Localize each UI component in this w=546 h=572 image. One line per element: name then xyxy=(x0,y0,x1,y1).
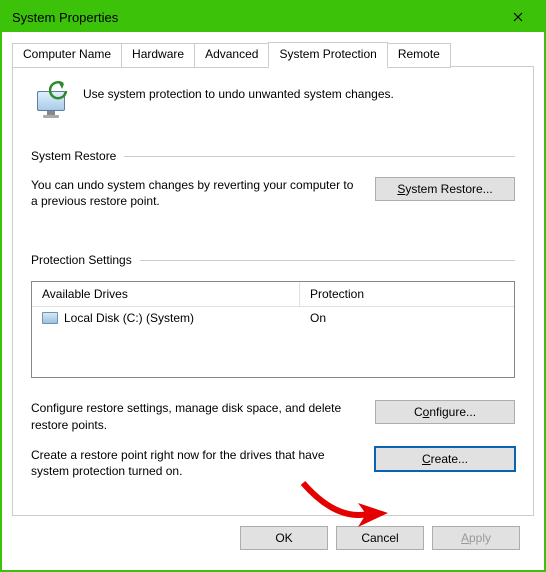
drive-protection-status: On xyxy=(300,307,514,329)
system-properties-window: System Properties Computer Name Hardware… xyxy=(0,0,546,572)
tab-computer-name[interactable]: Computer Name xyxy=(12,43,122,68)
section-protection-settings: Protection Settings xyxy=(31,253,515,267)
tab-advanced[interactable]: Advanced xyxy=(194,43,269,68)
intro-row: Use system protection to undo unwanted s… xyxy=(31,81,515,121)
column-available-drives[interactable]: Available Drives xyxy=(32,282,300,307)
tab-panel-system-protection: Use system protection to undo unwanted s… xyxy=(12,66,534,516)
tab-strip: Computer Name Hardware Advanced System P… xyxy=(12,42,534,67)
titlebar: System Properties xyxy=(2,2,544,32)
tab-system-protection[interactable]: System Protection xyxy=(268,42,387,67)
drive-name: Local Disk (C:) (System) xyxy=(64,311,194,325)
window-title: System Properties xyxy=(12,10,118,25)
section-heading: Protection Settings xyxy=(31,253,140,267)
create-row: Create a restore point right now for the… xyxy=(31,447,515,479)
content-area: Computer Name Hardware Advanced System P… xyxy=(2,32,544,570)
configure-button[interactable]: Configure... xyxy=(375,400,515,424)
table-header: Available Drives Protection xyxy=(32,282,514,307)
divider xyxy=(140,260,515,261)
cancel-button[interactable]: Cancel xyxy=(336,526,424,550)
dialog-footer: OK Cancel Apply xyxy=(12,516,534,562)
system-restore-button[interactable]: System Restore... xyxy=(375,177,515,201)
configure-desc: Configure restore settings, manage disk … xyxy=(31,400,361,432)
create-desc: Create a restore point right now for the… xyxy=(31,447,361,479)
table-row[interactable]: Local Disk (C:) (System) On xyxy=(32,307,514,329)
section-system-restore: System Restore xyxy=(31,149,515,163)
intro-text: Use system protection to undo unwanted s… xyxy=(83,81,394,101)
close-icon xyxy=(513,12,523,22)
drives-table: Available Drives Protection Local Disk (… xyxy=(31,281,515,378)
system-protection-icon xyxy=(31,81,71,121)
close-button[interactable] xyxy=(496,3,540,31)
drive-icon xyxy=(42,312,58,324)
configure-row: Configure restore settings, manage disk … xyxy=(31,400,515,432)
system-restore-row: You can undo system changes by reverting… xyxy=(31,177,515,209)
table-body: Local Disk (C:) (System) On xyxy=(32,307,514,377)
tab-remote[interactable]: Remote xyxy=(387,43,451,68)
system-restore-desc: You can undo system changes by reverting… xyxy=(31,177,361,209)
tab-hardware[interactable]: Hardware xyxy=(121,43,195,68)
apply-button: Apply xyxy=(432,526,520,550)
section-heading: System Restore xyxy=(31,149,124,163)
column-protection[interactable]: Protection xyxy=(300,282,514,307)
ok-button[interactable]: OK xyxy=(240,526,328,550)
divider xyxy=(124,156,515,157)
create-button[interactable]: Create... xyxy=(375,447,515,471)
